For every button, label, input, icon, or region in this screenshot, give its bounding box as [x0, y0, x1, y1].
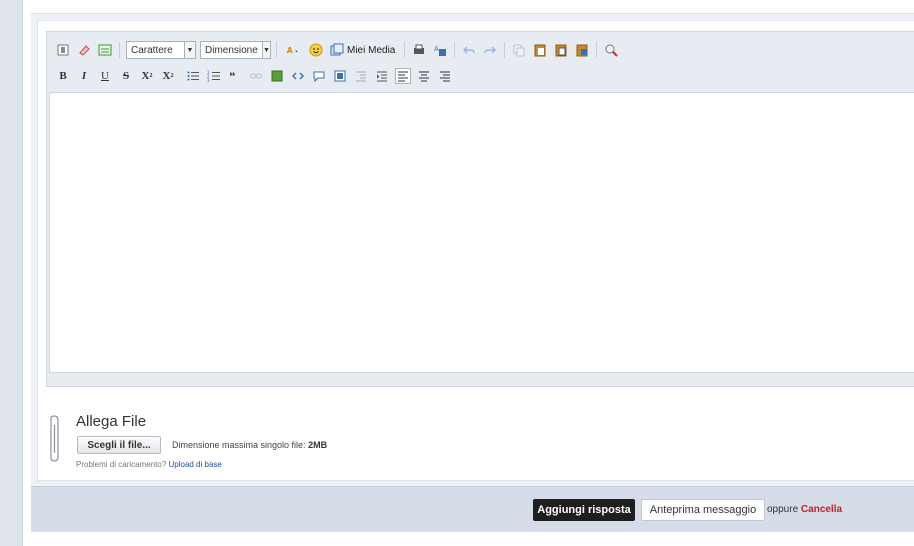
toolbar-separator	[504, 42, 506, 58]
max-file-size-value: 2MB	[308, 440, 328, 450]
paperclip-icon	[50, 415, 59, 462]
unlink-icon[interactable]	[248, 68, 264, 84]
smiley-icon[interactable]	[308, 42, 324, 58]
bottom-band	[31, 532, 914, 546]
my-media-button[interactable]: Miei Media	[329, 42, 395, 58]
align-center-icon[interactable]	[416, 68, 432, 84]
font-size-value: Dimensione	[205, 44, 258, 56]
or-text: oppure	[767, 504, 801, 515]
align-right-icon[interactable]	[437, 68, 453, 84]
choose-file-button[interactable]: Scegli il file...	[77, 436, 161, 454]
find-replace-icon[interactable]	[603, 42, 619, 58]
message-textarea[interactable]	[49, 92, 914, 373]
chevron-down-icon: ▼	[184, 42, 195, 58]
svg-text:A: A	[434, 45, 439, 53]
or-cancel-text: oppure Cancella	[767, 504, 842, 515]
italic-button[interactable]: I	[76, 68, 92, 84]
spellcheck-icon[interactable]: A	[432, 42, 448, 58]
editor-toolbar-row-2: B I U S X2 X2 123 ❝	[47, 64, 914, 88]
paste-icon[interactable]	[532, 42, 548, 58]
max-file-size-note: Dimensione massima singolo file: 2MB	[172, 440, 327, 450]
cancel-link[interactable]: Cancella	[801, 504, 842, 515]
svg-text:3: 3	[207, 78, 210, 83]
font-family-value: Carattere	[131, 44, 173, 56]
upload-problems-text: Problemi di caricamento?	[76, 460, 169, 469]
subscript-button[interactable]: X2	[139, 68, 155, 84]
left-sidebar-strip	[0, 0, 23, 546]
comment-bubble-icon[interactable]	[311, 68, 327, 84]
reply-form-panel: Carattere ▼ Dimensione ▼ A Miei Media A …	[31, 13, 914, 486]
toolbar-separator	[596, 42, 598, 58]
font-size-select[interactable]: Dimensione ▼	[200, 41, 271, 59]
font-family-select[interactable]: Carattere ▼	[126, 41, 196, 59]
remove-format-icon[interactable]	[55, 42, 71, 58]
preview-message-button[interactable]: Anteprima messaggio	[641, 499, 765, 521]
switch-mode-icon[interactable]	[97, 42, 113, 58]
media-icon	[329, 42, 345, 58]
copy-icon[interactable]	[511, 42, 527, 58]
code-icon[interactable]	[290, 68, 306, 84]
add-reply-button[interactable]: Aggiungi risposta	[533, 499, 635, 521]
strikethrough-button[interactable]: S	[118, 68, 134, 84]
paste-text-icon[interactable]	[553, 42, 569, 58]
image-icon[interactable]	[269, 68, 285, 84]
underline-button[interactable]: U	[97, 68, 113, 84]
basic-upload-link[interactable]: Upload di base	[168, 460, 221, 469]
align-left-icon[interactable]	[395, 68, 411, 84]
paste-word-icon[interactable]	[574, 42, 590, 58]
toolbar-separator	[119, 42, 120, 58]
form-action-bar: Aggiungi risposta Anteprima messaggio op…	[31, 486, 914, 532]
media-embed-icon[interactable]	[332, 68, 348, 84]
redo-icon[interactable]	[482, 42, 498, 58]
reply-form-inner: Carattere ▼ Dimensione ▼ A Miei Media A …	[37, 20, 914, 481]
chevron-down-icon: ▼	[261, 42, 270, 58]
outdent-icon[interactable]	[353, 68, 369, 84]
rich-text-editor: Carattere ▼ Dimensione ▼ A Miei Media A …	[46, 31, 914, 387]
max-file-size-label: Dimensione massima singolo file:	[172, 440, 309, 450]
numbered-list-icon[interactable]: 123	[206, 68, 222, 84]
toolbar-separator	[276, 42, 277, 58]
eraser-icon[interactable]	[76, 42, 92, 58]
toolbar-separator	[404, 42, 406, 58]
attach-files-title: Allega File	[76, 413, 147, 430]
svg-text:A: A	[287, 46, 293, 55]
upload-problems-note: Problemi di caricamento? Upload di base	[76, 460, 222, 469]
attach-files-section: Allega File Scegli il file... Dimensione…	[46, 405, 646, 475]
text-color-icon[interactable]: A	[283, 42, 303, 58]
editor-toolbar-row-1: Carattere ▼ Dimensione ▼ A Miei Media A	[47, 38, 914, 62]
print-icon[interactable]	[411, 42, 427, 58]
indent-icon[interactable]	[374, 68, 390, 84]
my-media-label: Miei Media	[347, 44, 396, 56]
subscript-label: X	[141, 70, 150, 82]
top-band	[31, 0, 914, 13]
quote-icon[interactable]: ❝	[227, 68, 243, 84]
bold-button[interactable]: B	[55, 68, 71, 84]
superscript-label: X	[162, 70, 171, 82]
toolbar-separator	[454, 42, 456, 58]
undo-icon[interactable]	[461, 42, 477, 58]
superscript-button[interactable]: X2	[160, 68, 176, 84]
svg-text:❝: ❝	[229, 70, 235, 83]
bulleted-list-icon[interactable]	[185, 68, 201, 84]
